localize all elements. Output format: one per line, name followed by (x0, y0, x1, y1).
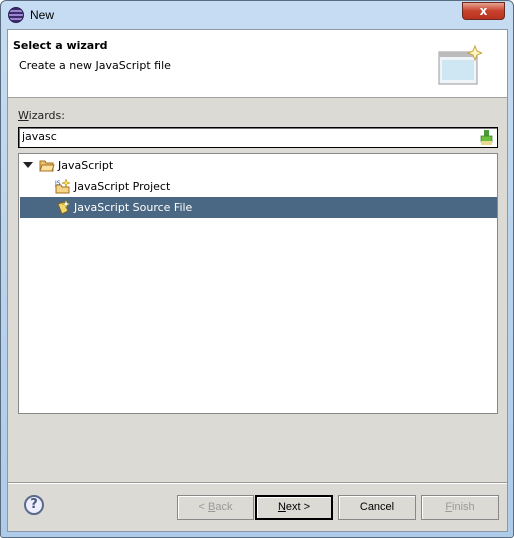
wizard-filter-input[interactable] (22, 130, 462, 143)
help-icon[interactable]: ? (24, 495, 44, 515)
dialog-content: Select a wizard Create a new JavaScript … (7, 29, 508, 532)
wizard-banner-icon (438, 44, 482, 85)
finish-button[interactable]: Finish (421, 495, 499, 520)
folder-open-icon (39, 160, 55, 172)
back-button[interactable]: < Back (177, 495, 254, 520)
tree-item-label: JavaScript Source File (74, 201, 193, 214)
javascript-project-icon: JS (55, 179, 71, 194)
dialog-window: New x Select a wizard Create a new JavaS… (0, 0, 514, 538)
tree-item-javascript-project[interactable]: JS JavaScript Project (20, 176, 497, 197)
tree-item-javascript-source-file[interactable]: JavaScript Source File (20, 197, 497, 218)
cancel-button[interactable]: Cancel (338, 495, 416, 520)
next-button[interactable]: Next > (255, 495, 333, 520)
eclipse-icon (8, 7, 24, 23)
close-button[interactable]: x (462, 2, 505, 20)
footer-separator (8, 482, 507, 484)
clear-filter-icon[interactable] (480, 130, 493, 145)
page-title: Select a wizard (13, 39, 108, 52)
expand-arrow-icon[interactable] (23, 162, 33, 168)
window-title: New (30, 8, 55, 22)
wizard-header: Select a wizard Create a new JavaScript … (8, 30, 507, 98)
javascript-file-icon (57, 200, 71, 215)
tree-item-label: JavaScript (58, 159, 114, 172)
page-description: Create a new JavaScript file (19, 59, 171, 72)
wizards-label: Wizards: (18, 109, 65, 122)
wizard-filter-field[interactable] (18, 127, 498, 148)
wizard-tree: JavaScript JS JavaScript Project JavaScr… (18, 153, 498, 414)
tree-item-javascript[interactable]: JavaScript (20, 155, 497, 176)
svg-text:JS: JS (55, 180, 61, 187)
tree-item-label: JavaScript Project (74, 180, 171, 193)
